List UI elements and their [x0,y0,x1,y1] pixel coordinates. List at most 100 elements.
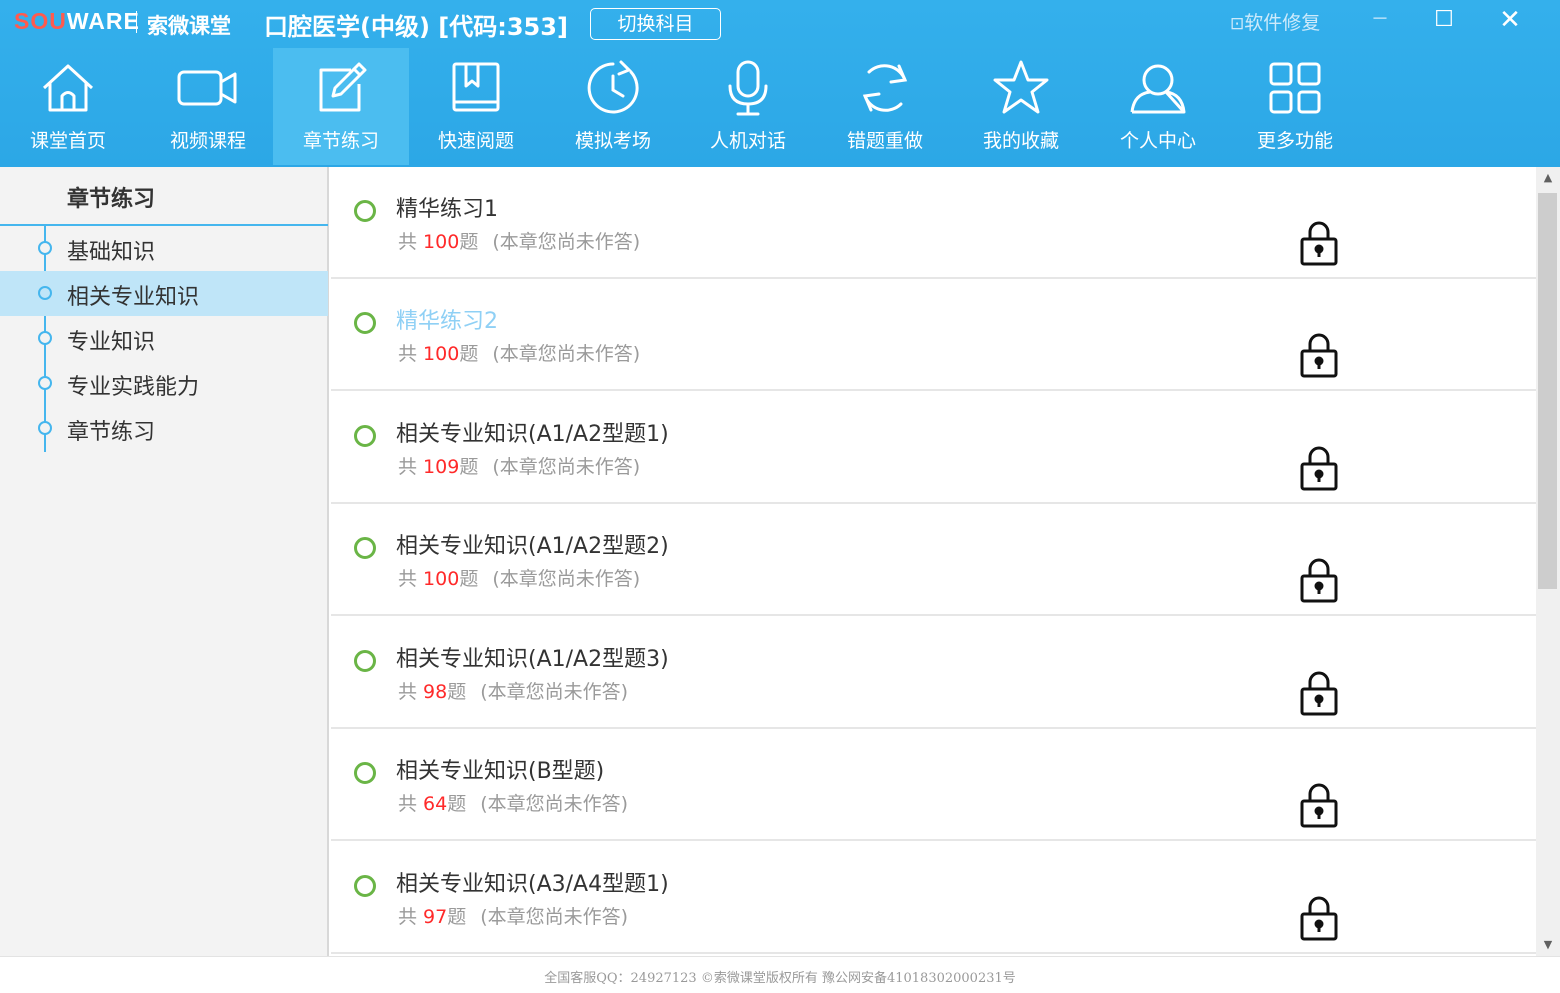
list-item[interactable]: 精华练习1 共 100题 (本章您尚未作答) [331,167,1536,279]
nav-more-features[interactable]: 更多功能 [1227,48,1363,165]
item-meta: 共 97题 (本章您尚未作答) [398,906,629,928]
question-count: 97 [423,906,448,928]
nav-my-favorites[interactable]: 我的收藏 [953,48,1089,165]
nav-label: 视频课程 [169,130,246,152]
microphone-icon [728,60,768,116]
list-scrollbar[interactable]: ▲ ▼ [1536,167,1560,956]
switch-subject-button[interactable]: 切换科目 [590,8,721,40]
answer-status: (本章您尚未作答) [492,343,641,365]
status-circle-icon [354,312,376,334]
sidebar-item-label: 专业知识 [67,330,156,355]
sidebar-item-professional-knowledge[interactable]: 专业知识 [0,316,328,361]
home-icon [42,64,94,112]
book-icon [452,62,500,112]
question-count: 64 [423,793,448,815]
lock-icon[interactable] [1297,444,1341,492]
app-header: SOUWARE 索微课堂 口腔医学(中级) [代码:353] 切换科目 ⊡软件修… [0,0,1560,167]
scroll-thumb[interactable] [1538,193,1557,589]
star-icon [993,60,1049,114]
nav-quick-read[interactable]: 快速阅题 [408,48,544,165]
item-meta: 共 100题 (本章您尚未作答) [398,343,641,365]
item-title: 精华练习2 [396,309,498,334]
list-item[interactable]: 相关专业知识(A1/A2型题2) 共 100题 (本章您尚未作答) [331,504,1536,616]
sidebar-item-basic-knowledge[interactable]: 基础知识 [0,226,328,271]
nav-label: 更多功能 [1256,130,1333,152]
status-circle-icon [354,650,376,672]
status-circle-icon [354,537,376,559]
status-circle-icon [354,425,376,447]
list-item[interactable]: 相关专业知识(B型题) 共 64题 (本章您尚未作答) [331,729,1536,841]
answer-status: (本章您尚未作答) [492,456,641,478]
nav-label: 错题重做 [846,130,923,152]
nav-voice-dialog[interactable]: 人机对话 [680,48,816,165]
list-item[interactable]: 相关专业知识(A1/A2型题1) 共 109题 (本章您尚未作答) [331,392,1536,504]
maximize-button[interactable]: ☐ [1426,4,1462,36]
nav-label: 我的收藏 [982,130,1059,152]
souware-logo: SOUWARE [14,8,140,34]
nav-video-courses[interactable]: 视频课程 [140,48,276,165]
sidebar-item-chapter-practice[interactable]: 章节练习 [0,406,328,451]
copyright-footer: 全国客服QQ：24927123 ©索微课堂版权所有 豫公网安备410183020… [0,956,1560,993]
sidebar-item-related-knowledge[interactable]: 相关专业知识 [0,271,328,316]
lock-icon[interactable] [1297,219,1341,267]
nav-label: 课堂首页 [29,130,106,152]
nav-label: 快速阅题 [437,130,514,152]
repair-label: 软件修复 [1244,12,1321,34]
sidebar-item-label: 基础知识 [67,240,156,265]
nav-label: 章节练习 [302,130,379,152]
sidebar-item-label: 章节练习 [67,420,156,445]
subject-title: 口腔医学(中级) [代码:353] [264,13,568,41]
item-meta: 共 64题 (本章您尚未作答) [398,793,629,815]
clock-icon [587,60,639,114]
nav-classroom-home[interactable]: 课堂首页 [0,48,136,165]
scroll-up-arrow-icon[interactable]: ▲ [1536,167,1560,189]
sidebar-item-label: 专业实践能力 [67,375,200,400]
nav-chapter-practice[interactable]: 章节练习 [273,48,409,165]
item-meta: 共 100题 (本章您尚未作答) [398,568,641,590]
question-count: 109 [423,456,460,478]
question-count: 100 [423,231,460,253]
logo-divider [136,11,137,33]
status-circle-icon [354,875,376,897]
timeline-dot [38,421,52,435]
timeline-dot [38,331,52,345]
answer-status: (本章您尚未作答) [480,906,629,928]
minimize-button[interactable]: － [1362,4,1398,36]
item-title: 相关专业知识(A1/A2型题2) [396,534,669,559]
list-item[interactable]: 相关专业知识(A1/A2型题3) 共 98题 (本章您尚未作答) [331,617,1536,729]
practice-list: 精华练习1 共 100题 (本章您尚未作答) 精华练习2 共 100题 (本章您尚未… [331,167,1536,956]
chapter-sidebar: 章节练习 基础知识 相关专业知识 专业知识 专业实践能力 章节练习 [0,167,329,956]
item-meta: 共 100题 (本章您尚未作答) [398,231,641,253]
nav-personal-center[interactable]: 个人中心 [1090,48,1226,165]
lock-icon[interactable] [1297,781,1341,829]
list-item[interactable]: 相关专业知识(A3/A4型题1) 共 97题 (本章您尚未作答) [331,842,1536,954]
question-count: 98 [423,681,448,703]
lock-icon[interactable] [1297,894,1341,942]
answer-status: (本章您尚未作答) [492,568,641,590]
item-meta: 共 98题 (本章您尚未作答) [398,681,629,703]
lock-icon[interactable] [1297,669,1341,717]
nav-label: 模拟考场 [574,130,651,152]
item-title: 相关专业知识(B型题) [396,759,605,784]
question-count: 100 [423,568,460,590]
software-repair-button[interactable]: ⊡软件修复 [1230,8,1320,35]
answer-status: (本章您尚未作答) [480,793,629,815]
item-title: 相关专业知识(A1/A2型题1) [396,422,669,447]
lock-icon[interactable] [1297,556,1341,604]
edit-note-icon [319,62,367,112]
status-circle-icon [354,200,376,222]
main-nav: 课堂首页 视频课程 章节练习 快速阅题 模拟考场 人机对话 错题重做 我的收藏 [0,48,1560,165]
nav-mock-exam[interactable]: 模拟考场 [545,48,681,165]
close-button[interactable]: ✕ [1492,4,1528,36]
scroll-down-arrow-icon[interactable]: ▼ [1536,934,1560,956]
question-count: 100 [423,343,460,365]
lock-icon[interactable] [1297,331,1341,379]
item-title: 精华练习1 [396,197,498,222]
answer-status: (本章您尚未作答) [480,681,629,703]
nav-redo-wrong[interactable]: 错题重做 [817,48,953,165]
nav-label: 人机对话 [709,130,786,152]
timeline-dot [38,241,52,255]
list-item[interactable]: 精华练习2 共 100题 (本章您尚未作答) [331,279,1536,391]
sidebar-item-practical-ability[interactable]: 专业实践能力 [0,361,328,406]
brand-name: 索微课堂 [147,14,231,38]
